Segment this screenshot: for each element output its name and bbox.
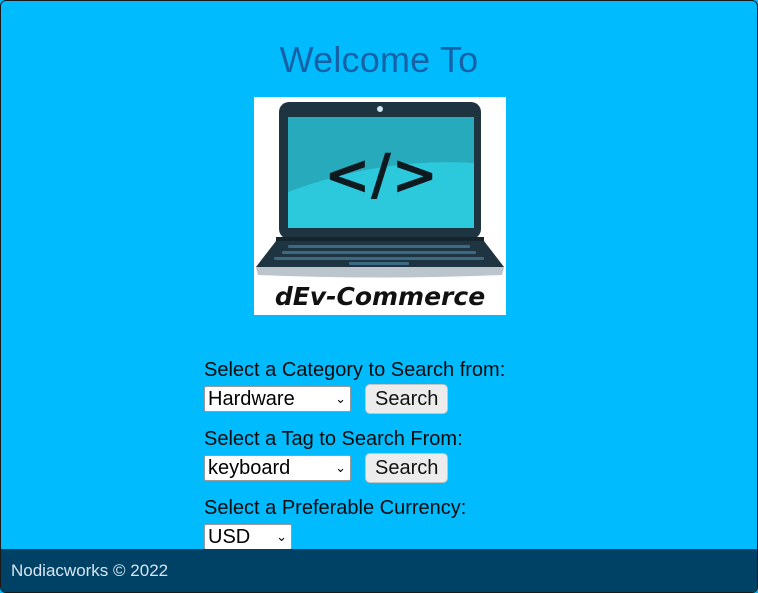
chevron-down-icon: ⌄ xyxy=(276,529,287,544)
tag-label: Select a Tag to Search From: xyxy=(204,428,463,450)
currency-label: Select a Preferable Currency: xyxy=(204,497,467,519)
tag-select[interactable]: keyboard ⌄ xyxy=(204,455,351,481)
laptop-hinge xyxy=(276,237,484,241)
search-form: Select a Category to Search from: Hardwa… xyxy=(204,357,564,564)
browser-viewport: Welcome To </> dEv-Commerce Select a Cat… xyxy=(0,0,758,593)
dev-commerce-wordmark: dEv-Commerce xyxy=(275,282,485,311)
tag-select-value: keyboard xyxy=(208,457,291,479)
tag-row: keyboard ⌄ Search xyxy=(204,452,564,484)
dev-commerce-logo: </> dEv-Commerce xyxy=(254,97,506,315)
category-select-value: Hardware xyxy=(208,388,295,410)
currency-select[interactable]: USD ⌄ xyxy=(204,524,292,550)
chevron-down-icon: ⌄ xyxy=(335,391,346,406)
welcome-heading: Welcome To xyxy=(279,39,479,80)
page-footer: Nodiacworks © 2022 xyxy=(1,549,757,592)
code-glyph: </> xyxy=(324,143,438,208)
footer-copyright: Nodiacworks © 2022 xyxy=(11,561,169,580)
laptop-logo-graphic: </> dEv-Commerce xyxy=(256,102,504,311)
category-label: Select a Category to Search from: xyxy=(204,359,506,381)
chevron-down-icon: ⌄ xyxy=(335,460,346,475)
laptop-base-lip xyxy=(256,267,504,278)
tag-search-button[interactable]: Search xyxy=(365,453,449,483)
category-search-button[interactable]: Search xyxy=(365,384,449,414)
category-row: Hardware ⌄ Search xyxy=(204,383,564,415)
category-select[interactable]: Hardware ⌄ xyxy=(204,386,351,412)
currency-select-value: USD xyxy=(208,526,251,548)
laptop-camera xyxy=(377,106,383,112)
